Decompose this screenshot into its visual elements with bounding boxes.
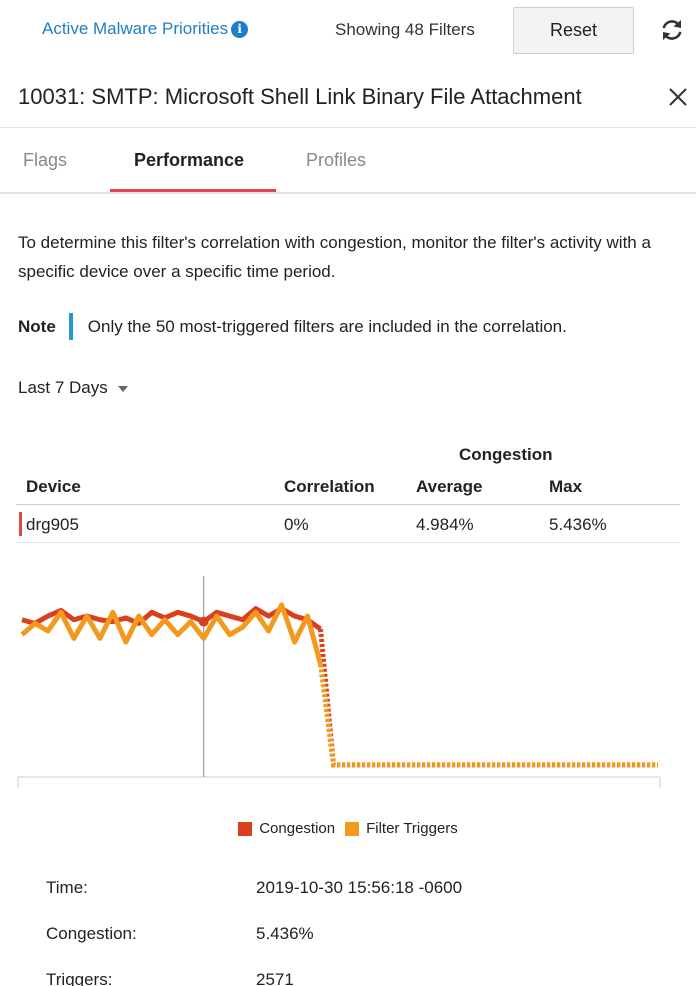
active-tab-indicator bbox=[110, 189, 276, 192]
hover-point-congestion bbox=[198, 616, 209, 627]
legend-label-congestion: Congestion bbox=[259, 820, 336, 837]
series-dashed-line-filter-triggers bbox=[318, 664, 658, 768]
legend-label-filter-triggers: Filter Triggers bbox=[366, 820, 458, 837]
close-icon[interactable] bbox=[667, 86, 689, 108]
top-toolbar: Active Malware Priorities i Showing 48 F… bbox=[0, 0, 696, 62]
performance-description: To determine this filter's correlation w… bbox=[18, 233, 651, 281]
chevron-down-icon[interactable] bbox=[117, 386, 128, 392]
column-header-correlation[interactable]: Correlation bbox=[284, 477, 375, 497]
chart-legend: Congestion Filter Triggers bbox=[0, 820, 696, 837]
legend-item-filter-triggers[interactable]: Filter Triggers bbox=[345, 820, 458, 837]
note-label: Note bbox=[18, 316, 56, 336]
congestion-label: Congestion: bbox=[46, 924, 137, 943]
cell-max: 5.436% bbox=[549, 515, 607, 534]
time-range-value[interactable]: Last 7 Days bbox=[18, 378, 108, 398]
filter-count-text: Showing 48 Filters bbox=[335, 20, 475, 39]
tab-profiles[interactable]: Profiles bbox=[306, 150, 366, 171]
tab-flags[interactable]: Flags bbox=[23, 150, 67, 171]
time-range-dropdown[interactable]: Last 7 Days bbox=[18, 378, 128, 398]
column-header-device[interactable]: Device bbox=[26, 477, 81, 497]
series-dashed-line-congestion bbox=[318, 628, 658, 768]
tab-bar: Flags Performance Profiles bbox=[0, 128, 696, 194]
time-value: 2019-10-30 15:56:18 -0600 bbox=[256, 878, 463, 897]
triggers-label: Triggers: bbox=[46, 970, 113, 986]
filter-title: 10031: SMTP: Microsoft Shell Link Binary… bbox=[18, 84, 582, 109]
note-text: Only the 50 most-triggered filters are i… bbox=[87, 316, 567, 336]
congestion-value: 5.436% bbox=[256, 924, 314, 943]
table-row[interactable]: drg905 0% 4.984% 5.436% bbox=[16, 505, 680, 543]
column-header-max[interactable]: Max bbox=[549, 477, 582, 497]
triggers-value: 2571 bbox=[256, 970, 294, 986]
note-divider bbox=[68, 313, 73, 340]
refresh-icon[interactable] bbox=[659, 17, 685, 43]
time-label: Time: bbox=[46, 878, 88, 897]
legend-item-congestion[interactable]: Congestion bbox=[238, 820, 335, 837]
congestion-triggers-chart[interactable] bbox=[0, 570, 696, 800]
reset-button[interactable]: Reset bbox=[513, 7, 634, 54]
congestion-group-header: Congestion bbox=[459, 445, 553, 464]
column-header-average[interactable]: Average bbox=[416, 477, 482, 497]
cell-correlation: 0% bbox=[284, 515, 309, 534]
cell-average: 4.984% bbox=[416, 515, 474, 534]
note: Note Only the 50 most-triggered filters … bbox=[18, 313, 567, 340]
tab-performance[interactable]: Performance bbox=[134, 150, 244, 171]
legend-swatch-congestion bbox=[238, 821, 253, 836]
active-link-label[interactable]: Active Malware Priorities bbox=[42, 19, 228, 39]
row-selected-marker bbox=[19, 512, 22, 536]
legend-swatch-filter-triggers bbox=[345, 821, 360, 836]
cell-device: drg905 bbox=[26, 515, 79, 534]
filter-detail-header: 10031: SMTP: Microsoft Shell Link Binary… bbox=[0, 62, 696, 128]
info-icon[interactable]: i bbox=[231, 20, 249, 38]
active-malware-priorities-link[interactable]: Active Malware Priorities i bbox=[42, 19, 249, 39]
